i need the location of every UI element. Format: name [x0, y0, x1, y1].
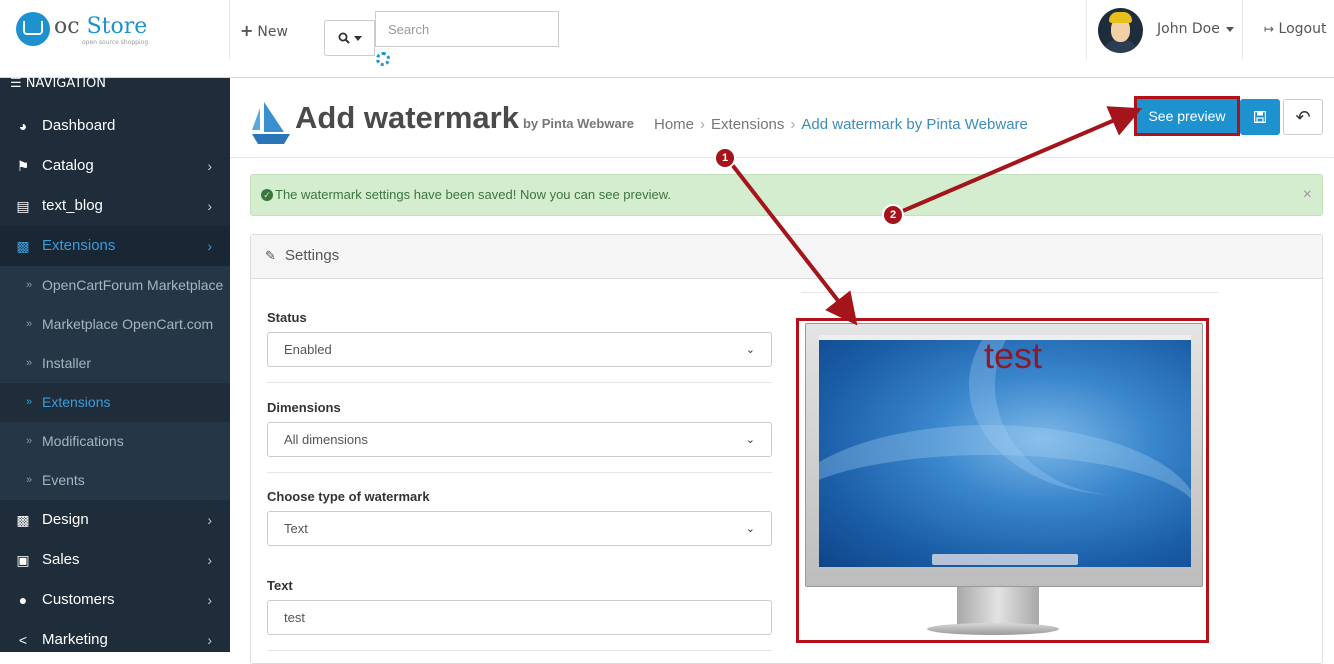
double-chevron-icon: » — [26, 396, 33, 408]
monitor-icon: ▩ — [16, 512, 30, 528]
pinta-ship-logo-icon — [252, 102, 290, 144]
status-group: Status Enabled ⌄ — [267, 310, 772, 367]
dimensions-label: Dimensions — [267, 400, 341, 415]
watermark-text-overlay: test — [984, 335, 1043, 376]
chevron-down-icon: ⌄ — [745, 344, 755, 356]
double-chevron-icon: » — [26, 474, 33, 486]
search-input[interactable] — [375, 11, 559, 47]
divider — [267, 382, 772, 383]
check-circle-icon: ✓ — [261, 189, 273, 201]
sidebar-subitem-opencartforum-marketplace[interactable]: » OpenCartForum Marketplace — [0, 266, 230, 305]
cart-logo-icon — [16, 12, 50, 46]
plus-icon: + — [240, 21, 254, 40]
double-chevron-icon: » — [26, 279, 33, 291]
chevron-right-icon: › — [207, 198, 212, 214]
see-preview-button[interactable]: See preview — [1134, 96, 1240, 136]
divider — [229, 0, 230, 60]
sidebar-item-marketing[interactable]: < Marketing › — [0, 620, 230, 660]
book-icon: ▤ — [16, 198, 30, 214]
annotation-marker-2: 2 — [882, 204, 904, 226]
chevron-down-icon: ⌄ — [745, 523, 755, 535]
chevron-right-icon: › — [207, 632, 212, 648]
save-button[interactable] — [1240, 99, 1280, 135]
status-label: Status — [267, 310, 307, 325]
chevron-right-icon: › — [207, 238, 212, 254]
page-title-vendor: by Pinta Webware — [522, 116, 634, 131]
user-icon: ● — [18, 592, 28, 608]
pencil-icon: ✎ — [265, 248, 276, 263]
success-alert: ✓ The watermark settings have been saved… — [250, 174, 1323, 216]
top-bar: oc Store open source shopping +New John … — [0, 0, 1334, 78]
breadcrumb: Home › Extensions › Add watermark by Pinta W… — [654, 116, 1028, 133]
chevron-right-icon: › — [207, 552, 212, 568]
ocstore-logo[interactable]: oc Store open source shopping — [16, 12, 156, 52]
text-label: Text — [267, 578, 293, 593]
preview-image: test — [805, 323, 1203, 587]
sidebar-item-catalog[interactable]: ⚑ Catalog › — [0, 146, 230, 186]
share-icon: < — [18, 632, 28, 648]
sidebar-subitem-modifications[interactable]: » Modifications — [0, 422, 230, 461]
sidebar-subitem-marketplace-opencart[interactable]: » Marketplace OpenCart.com — [0, 305, 230, 344]
user-menu[interactable]: John Doe — [1086, 0, 1242, 60]
chevron-right-icon: › — [207, 512, 212, 528]
chevron-down-icon — [1225, 26, 1234, 32]
divider — [267, 650, 772, 651]
loading-spinner-icon — [376, 52, 390, 66]
user-name: John Doe — [1157, 21, 1220, 37]
panel-heading: ✎ Settings — [251, 235, 1322, 279]
cart-icon: ▣ — [16, 552, 30, 568]
new-button[interactable]: + New — [240, 21, 288, 40]
nav-title: ☰ NAVIGATION — [10, 76, 106, 91]
sidebar-item-extensions[interactable]: ▩ Extensions › — [0, 226, 230, 266]
sidebar-subitem-installer[interactable]: » Installer — [0, 344, 230, 383]
logout-link[interactable]: ↦ Logout — [1264, 21, 1326, 37]
page-header: Add watermark by Pinta Webware Home › Exten… — [230, 78, 1334, 158]
dimensions-group: Dimensions All dimensions ⌄ — [267, 400, 772, 457]
sidebar-item-design[interactable]: ▩ Design › — [0, 500, 230, 540]
text-group: Text test — [267, 578, 772, 635]
breadcrumb-home[interactable]: Home — [654, 116, 694, 133]
sidebar: ☰ NAVIGATION ◕ Dashboard ⚑ Catalog › ▤ text_… — [0, 76, 230, 652]
floppy-disk-icon — [1254, 111, 1266, 123]
divider — [801, 292, 1218, 293]
chevron-right-icon: › — [207, 158, 212, 174]
dashboard-icon: ◕ — [18, 118, 28, 134]
puzzle-icon: ▩ — [16, 238, 30, 254]
main-content: Add watermark by Pinta Webware Home › Exten… — [230, 78, 1334, 664]
breadcrumb-current[interactable]: Add watermark by Pinta Webware — [801, 116, 1028, 133]
sidebar-item-dashboard[interactable]: ◕ Dashboard — [0, 106, 230, 146]
breadcrumb-extensions[interactable]: Extensions — [711, 116, 784, 133]
search-type-dropdown[interactable] — [324, 20, 375, 56]
annotation-marker-1: 1 — [714, 147, 736, 169]
avatar — [1098, 8, 1143, 53]
watermark-type-group: Choose type of watermark Text ⌄ — [267, 489, 772, 546]
search-icon — [338, 32, 350, 44]
chevron-down-icon: ⌄ — [745, 434, 755, 446]
status-select[interactable]: Enabled ⌄ — [267, 332, 772, 367]
reply-icon: ↶ — [1295, 106, 1311, 128]
watermark-text-input[interactable]: test — [267, 600, 772, 635]
sign-out-icon: ↦ — [1264, 22, 1275, 36]
sidebar-subitem-extensions[interactable]: » Extensions — [0, 383, 230, 422]
watermark-type-label: Choose type of watermark — [267, 489, 430, 504]
sidebar-item-text-blog[interactable]: ▤ text_blog › — [0, 186, 230, 226]
chevron-right-icon: › — [207, 592, 212, 608]
divider — [1242, 0, 1243, 60]
watermark-type-select[interactable]: Text ⌄ — [267, 511, 772, 546]
extensions-submenu: » OpenCartForum Marketplace » Marketplace … — [0, 266, 230, 500]
watermark-preview: test — [796, 318, 1209, 643]
back-button[interactable]: ↶ — [1283, 99, 1323, 135]
sidebar-item-customers[interactable]: ● Customers › — [0, 580, 230, 620]
close-alert-button[interactable]: × — [1303, 175, 1312, 215]
chevron-down-icon — [353, 35, 362, 41]
tag-icon: ⚑ — [16, 158, 30, 174]
divider — [267, 472, 772, 473]
page-title: Add watermark by Pinta Webware — [295, 100, 634, 135]
sidebar-subitem-events[interactable]: » Events — [0, 461, 230, 500]
double-chevron-icon: » — [26, 435, 33, 447]
double-chevron-icon: » — [26, 357, 33, 369]
sidebar-item-sales[interactable]: ▣ Sales › — [0, 540, 230, 580]
dimensions-select[interactable]: All dimensions ⌄ — [267, 422, 772, 457]
double-chevron-icon: » — [26, 318, 33, 330]
